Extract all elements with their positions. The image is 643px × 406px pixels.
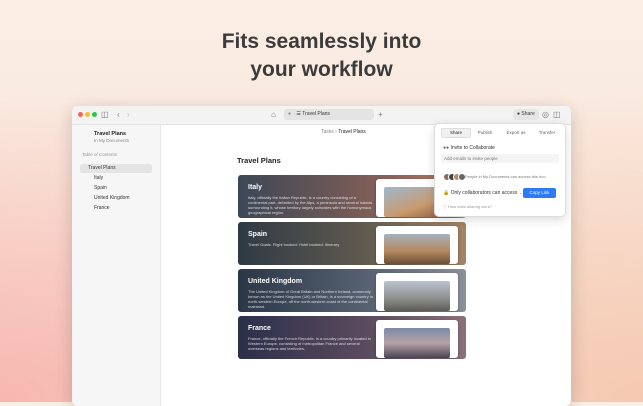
email-input[interactable] (441, 154, 559, 163)
card-preview (376, 320, 458, 358)
tab-travel-plans[interactable]: ● ☰ Travel Plans (284, 109, 374, 120)
sidebar-toggle-icon[interactable]: ◫ (101, 109, 109, 121)
tab-transfer[interactable]: Transfer (533, 128, 561, 137)
sidebar-item-united-kingdom[interactable]: United Kingdom (80, 194, 152, 203)
avatar-group (443, 173, 466, 181)
sidebar-item-label: Italy (94, 175, 104, 181)
united-kingdom-photo (384, 281, 450, 311)
back-arrow-icon[interactable]: ‹ (117, 109, 120, 121)
card-title: Italy (248, 184, 263, 191)
bell-icon[interactable]: ◎ (542, 109, 549, 121)
sidebar-item-france[interactable]: France (80, 204, 152, 213)
help-link-label: How does sharing work? (448, 204, 492, 209)
breadcrumb-separator: › (335, 129, 337, 135)
sidebar-doc-title[interactable]: Travel Plans (94, 131, 126, 137)
tab-export-as[interactable]: Export as (501, 128, 531, 137)
app-window: ◫ ‹ › ⌂ ● ☰ Travel Plans + ● Share ◎ ◫ T… (72, 106, 571, 406)
card-description: The United Kingdom of Great Britain and … (248, 289, 373, 309)
card-preview (376, 273, 458, 311)
minimize-window-button[interactable] (85, 112, 90, 117)
card-description: Italy, officially the Italian Republic, … (248, 195, 373, 215)
sidebar-item-label: Spain (94, 185, 107, 191)
breadcrumb-current: Travel Plans (338, 129, 366, 135)
page-title[interactable]: Travel Plans (237, 156, 281, 165)
close-window-button[interactable] (78, 112, 83, 117)
headline-line-1: Fits seamlessly into (221, 30, 422, 53)
forward-arrow-icon[interactable]: › (127, 109, 130, 121)
help-link[interactable]: ⓘ How does sharing work? (443, 204, 492, 210)
sidebar-item-spain[interactable]: Spain (80, 184, 152, 193)
spain-photo (384, 234, 450, 264)
card-title: Spain (248, 231, 268, 238)
card-description: Travel Goals: Flight booked: Hotel booke… (248, 242, 340, 247)
breadcrumb: Tasks › Travel Plans (321, 129, 366, 135)
tab-title: Travel Plans (302, 111, 330, 117)
invite-title: ●● Invite to Collaborate (443, 145, 495, 151)
plus-icon[interactable]: + (378, 109, 383, 121)
table-of-contents-label: Table of Contents (82, 152, 118, 157)
sidebar-doc-location: In My Documents (94, 138, 130, 143)
card-title: United Kingdom (248, 278, 303, 285)
france-photo (384, 328, 450, 358)
sidebar-item-label: United Kingdom (94, 195, 130, 201)
sidebar: Travel Plans In My Documents Table of Co… (72, 125, 161, 406)
card-italy[interactable]: Italy Italy, officially the Italian Repu… (238, 175, 466, 218)
home-icon[interactable]: ⌂ (271, 109, 276, 121)
sidebar-right-icon[interactable]: ◫ (553, 109, 561, 121)
sidebar-item-label: Travel Plans (88, 165, 116, 171)
sidebar-item-label: France (94, 205, 110, 211)
card-description: France, officially the French Republic, … (248, 336, 371, 351)
zoom-window-button[interactable] (92, 112, 97, 117)
lock-icon: 🔒 (443, 190, 450, 196)
copy-link-button[interactable]: Copy Link (523, 188, 556, 198)
person-icon: ● (517, 111, 521, 117)
card-france[interactable]: France France, officially the French Rep… (238, 316, 466, 359)
help-icon: ⓘ (443, 204, 447, 209)
card-title: France (248, 325, 271, 332)
headline: Fits seamlessly into your workflow (0, 28, 643, 84)
tab-publish[interactable]: Publish (471, 128, 499, 137)
document-icon: ☰ (296, 111, 301, 117)
card-preview (376, 226, 458, 264)
card-united-kingdom[interactable]: United Kingdom The United Kingdom of Gre… (238, 269, 466, 312)
share-popover: Share Publish Export as Transfer ●● Invi… (434, 123, 566, 217)
share-button-label: Share (521, 111, 535, 117)
breadcrumb-parent[interactable]: Tasks (321, 129, 334, 135)
users-icon: ●● (443, 145, 450, 151)
headline-line-2: your workflow (250, 58, 393, 81)
access-setting[interactable]: 🔒 Only collaborators can access ⌄ (443, 190, 523, 196)
tab-share[interactable]: Share (441, 128, 471, 138)
share-button[interactable]: ● Share (513, 109, 539, 120)
sidebar-item-italy[interactable]: Italy (80, 174, 152, 183)
people-access-text: People in My Documents can access this d… (465, 174, 546, 179)
lock-icon: ● (288, 111, 292, 117)
access-setting-label: Only collaborators can access (450, 190, 518, 196)
sidebar-item-travel-plans[interactable]: Travel Plans (80, 164, 152, 173)
invite-title-label: Invite to Collaborate (450, 145, 495, 151)
card-spain[interactable]: Spain Travel Goals: Flight booked: Hotel… (238, 222, 466, 265)
share-tabs: Share Publish Export as Transfer (439, 128, 561, 138)
